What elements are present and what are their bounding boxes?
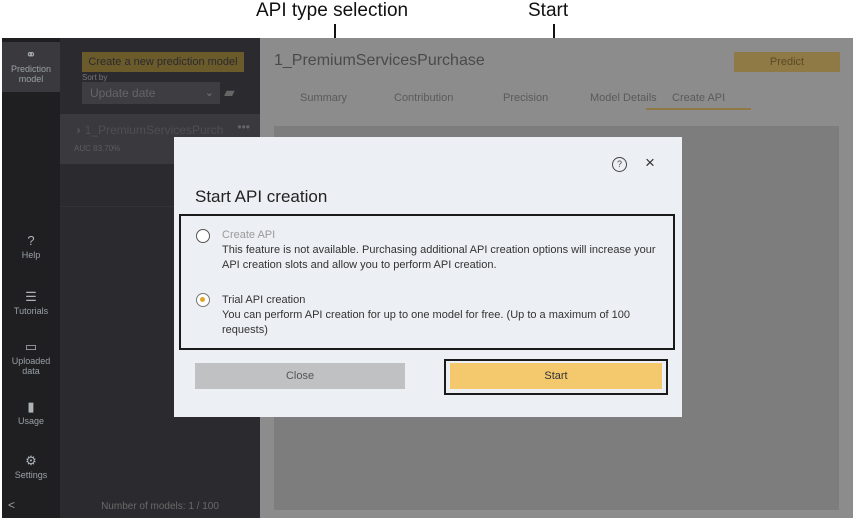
option-title-create-api: Create API (222, 229, 276, 241)
rail-item-uploaded-data[interactable]: ▭ Uploaded data (2, 339, 60, 377)
chevron-down-icon: ⌄ (204, 87, 214, 99)
tab-create-api[interactable]: Create API (646, 92, 752, 110)
rail-label: Help (21, 250, 41, 260)
rail-label: Uploaded data (11, 356, 51, 376)
rail-item-usage[interactable]: ▮ Usage (2, 399, 60, 427)
annotation-api-type: API type selection (256, 0, 409, 21)
collapse-button[interactable]: < (8, 498, 15, 512)
tab-summary[interactable]: Summary (300, 92, 347, 104)
tab-contribution[interactable]: Contribution (394, 92, 453, 104)
model-auc: AUC 83.70% (74, 144, 121, 153)
prediction-model-icon: ⚭ (25, 47, 37, 62)
gear-icon: ⚙ (25, 453, 37, 468)
rail-item-help[interactable]: ? Help (2, 233, 60, 261)
start-button[interactable]: Start (450, 363, 662, 389)
bar-chart-icon: ▮ (27, 399, 35, 414)
help-icon[interactable]: ? (612, 157, 627, 172)
model-count: Number of models: 1 / 100 (101, 501, 219, 512)
tab-bar: Summary Contribution Precision Model Det… (260, 92, 853, 112)
tab-precision[interactable]: Precision (503, 92, 548, 104)
dialog-title: Start API creation (195, 187, 328, 206)
annotation-start: Start (528, 0, 569, 21)
sort-select[interactable]: Update date ⌄ (82, 82, 220, 104)
option-desc-create-api: This feature is not available. Purchasin… (222, 244, 656, 271)
half-circle-icon: ◑ (74, 123, 82, 137)
sort-label: Sort by (82, 73, 108, 82)
rail-item-prediction-model[interactable]: ⚭ Prediction model (2, 42, 60, 92)
radio-create-api[interactable] (196, 229, 210, 243)
help-icon: ? (27, 233, 35, 248)
rail-item-settings[interactable]: ⚙ Settings (2, 453, 60, 481)
model-name: ◑ 1_PremiumServicesPurch (74, 123, 224, 137)
option-desc-trial-api: You can perform API creation for up to o… (222, 309, 631, 336)
nav-rail: ⚭ Prediction model ? Help ☰ Tutorials ▭ … (2, 38, 60, 518)
rail-label: Usage (17, 416, 44, 426)
more-options-icon[interactable]: ••• (237, 120, 250, 134)
tutorials-icon: ☰ (25, 289, 37, 304)
add-folder-icon[interactable]: ▰ (224, 84, 242, 100)
rail-label: Settings (14, 470, 48, 480)
page-title: 1_PremiumServicesPurchase (274, 52, 485, 69)
rail-label: Tutorials (13, 306, 49, 316)
rail-label: Prediction model (10, 64, 52, 84)
rail-item-tutorials[interactable]: ☰ Tutorials (2, 289, 60, 317)
close-icon[interactable]: × (645, 154, 655, 172)
sort-value: Update date (90, 86, 156, 100)
start-api-dialog: ? × Start API creation Create API This f… (174, 137, 682, 417)
option-title-trial-api: Trial API creation (222, 294, 306, 306)
folder-icon: ▭ (24, 339, 38, 354)
radio-trial-api[interactable] (196, 293, 210, 307)
close-button[interactable]: Close (195, 363, 405, 389)
create-model-button[interactable]: Create a new prediction model (82, 52, 244, 72)
predict-button[interactable]: Predict (734, 52, 840, 72)
